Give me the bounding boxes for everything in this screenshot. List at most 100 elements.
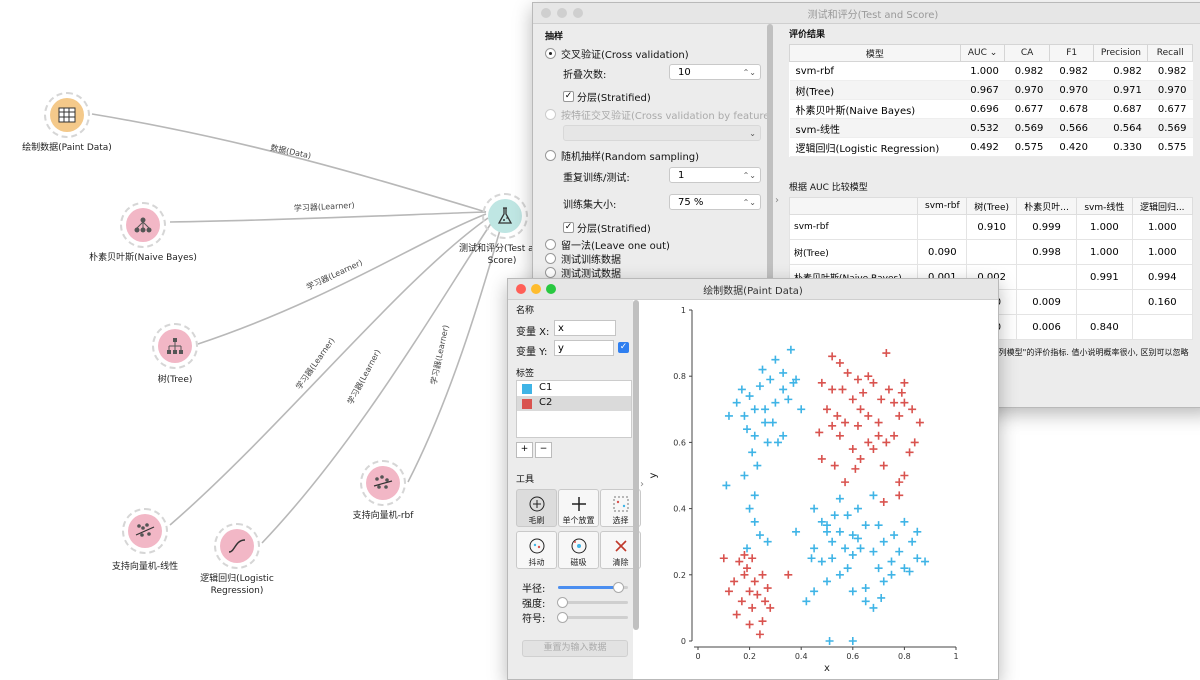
varx-label: 变量 X: (516, 327, 550, 338)
results-col-header[interactable]: 模型 (789, 44, 961, 62)
radius-slider-knob[interactable] (612, 582, 624, 593)
metric-cell: 0.566 (1049, 118, 1094, 138)
stratified-label: 分层(Stratified) (577, 93, 651, 104)
node-naive-bayes[interactable] (120, 202, 166, 248)
metric-cell: 0.420 (1049, 137, 1094, 157)
results-row[interactable]: 树(Tree) 0.967 0.970 0.970 0.971 0.970 (789, 80, 1193, 100)
repeat-stepper[interactable]: 1 ⌃⌄ (669, 167, 761, 183)
model-name-cell: svm-rbf (789, 61, 961, 81)
edge-label-learner-1: 学习器(Learner) (294, 200, 355, 213)
magnet-tool-button[interactable]: 磁吸 (558, 531, 599, 569)
results-table[interactable]: 模型 AUC ⌄ CA F1 Precision Recall svm-rbf 1.000 0… (789, 44, 1193, 157)
results-row[interactable]: svm-rbf 1.000 0.982 0.982 0.982 0.982 (789, 61, 1193, 81)
test-test-radio[interactable] (545, 267, 556, 278)
left-scrollbar[interactable] (767, 24, 773, 284)
pd-collapse-chevron-icon[interactable]: › (640, 479, 644, 490)
chevron-down-icon: ⌄ (749, 129, 756, 138)
results-row[interactable]: 逻辑回归(Logistic Regression) 0.492 0.575 0.420… (789, 137, 1193, 157)
brush-tool-button[interactable]: 毛刷 (516, 489, 557, 527)
labels-list[interactable]: C1 C2 (516, 380, 632, 438)
compare-row: svm-rbf 0.910 0.999 1.000 1.000 (788, 214, 1194, 240)
train-size-stepper[interactable]: 75 % ⌃⌄ (669, 194, 761, 210)
metric-cell: 0.687 (1093, 99, 1148, 119)
metric-cell: 0.971 (1093, 80, 1148, 100)
node-paint-data[interactable] (44, 92, 90, 138)
node-svm-linear[interactable] (122, 508, 168, 554)
compare-cell: 0.009 (1015, 289, 1078, 315)
y-tick-label: 0.8 (673, 372, 686, 381)
clear-icon (614, 540, 627, 552)
folds-label: 折叠次数: (563, 70, 607, 81)
node-logistic-regression[interactable] (214, 523, 260, 569)
feature-select[interactable]: ⌄ (563, 125, 761, 141)
results-col-header[interactable]: F1 (1048, 44, 1095, 62)
metric-cell: 0.575 (1147, 137, 1193, 157)
results-col-header[interactable]: CA (1004, 44, 1050, 62)
results-col-header[interactable]: Precision (1093, 44, 1149, 62)
varx-input[interactable]: x (554, 320, 616, 336)
stratified-checkbox[interactable]: ✓ (563, 91, 574, 102)
compare-cell (1015, 264, 1078, 290)
pd-left-scrollbar[interactable] (633, 300, 639, 630)
jitter-icon (529, 538, 544, 554)
test-train-label: 测试训练数据 (561, 255, 621, 266)
results-row[interactable]: svm-线性 0.532 0.569 0.566 0.564 0.569 (789, 118, 1193, 138)
cv-radio[interactable] (545, 48, 556, 59)
vary-checkbox[interactable]: ✓ (618, 342, 629, 353)
stratified2-label: 分层(Stratified) (577, 224, 651, 235)
node-label-svm-linear: 支持向量机-线性 (111, 562, 179, 572)
reset-button[interactable]: 重置为输入数据 (522, 640, 628, 657)
metric-cell: 0.970 (1147, 80, 1193, 100)
edge-svm-rbf-test[interactable] (407, 229, 501, 483)
test-train-radio[interactable] (545, 253, 556, 264)
random-sampling-label: 随机抽样(Random sampling) (561, 152, 700, 163)
plot-background (646, 300, 998, 679)
stratified2-checkbox[interactable]: ✓ (563, 222, 574, 233)
compare-note: "列模型"的评价指标. 值小说明概率很小, 区别可以忽略 (995, 348, 1189, 357)
sampling-title: 抽样 (545, 32, 564, 42)
edge-label-data: 数据(Data) (270, 142, 313, 160)
add-label-button[interactable]: + (516, 442, 533, 458)
label-item-c2[interactable]: C2 (517, 396, 631, 411)
symbol-slider-knob[interactable] (556, 612, 568, 623)
put-tool-button[interactable]: 单个放置 (558, 489, 599, 527)
metric-cell: 0.677 (1147, 99, 1193, 119)
compare-cell: 0.994 (1131, 264, 1194, 290)
results-col-header[interactable]: Recall (1147, 44, 1193, 62)
node-tree[interactable] (152, 323, 198, 369)
scatter-plot[interactable]: 0 0.2 0.4 0.6 0.8 1 0 0.2 0.4 0.6 0.8 1 x y (646, 300, 998, 679)
metric-cell: 0.569 (1147, 118, 1193, 138)
x-tick-label: 0 (695, 652, 700, 661)
metric-cell: 0.330 (1093, 137, 1148, 157)
svm-linear-icon (128, 514, 162, 548)
y-tick-label: 0.2 (673, 571, 686, 580)
brush-icon (529, 496, 544, 512)
random-sampling-radio[interactable] (545, 150, 556, 161)
node-test-and-score[interactable] (482, 193, 528, 239)
results-col-header[interactable]: AUC ⌄ (959, 44, 1006, 62)
metric-cell: 0.982 (1004, 61, 1050, 81)
node-label-logistic-regression: 逻辑回归(Logistic Regression) (200, 574, 274, 596)
results-row[interactable]: 朴素贝叶斯(Naive Bayes) 0.696 0.677 0.678 0.687 0.… (789, 99, 1193, 119)
c1-swatch (522, 384, 532, 394)
label-item-c1[interactable]: C1 (517, 381, 631, 396)
stepper-arrows-icon: ⌃⌄ (742, 68, 756, 77)
ts-titlebar: 测试和评分(Test and Score) (533, 3, 1200, 24)
folds-stepper[interactable]: 10 ⌃⌄ (669, 64, 761, 80)
train-size-value: 75 % (678, 197, 704, 208)
compare-cell: 1.000 (1076, 214, 1133, 240)
edge-naive-test[interactable] (169, 211, 487, 223)
remove-label-button[interactable]: − (535, 442, 552, 458)
edge-label-learner-4: 学习器(Learner) (345, 348, 382, 406)
results-header-row: 模型 AUC ⌄ CA F1 Precision Recall (789, 44, 1193, 62)
cv-feature-radio[interactable] (545, 109, 556, 120)
vary-input[interactable]: y (554, 340, 614, 356)
folds-value: 10 (678, 67, 691, 78)
jitter-tool-button[interactable]: 抖动 (516, 531, 557, 569)
node-svm-rbf[interactable] (360, 460, 406, 506)
intensity-slider-knob[interactable] (556, 597, 568, 608)
collapse-chevron-icon[interactable]: › (775, 195, 779, 206)
y-tick-label: 0.6 (673, 438, 686, 447)
loo-radio[interactable] (545, 239, 556, 250)
edge-paint-test[interactable] (91, 113, 487, 213)
